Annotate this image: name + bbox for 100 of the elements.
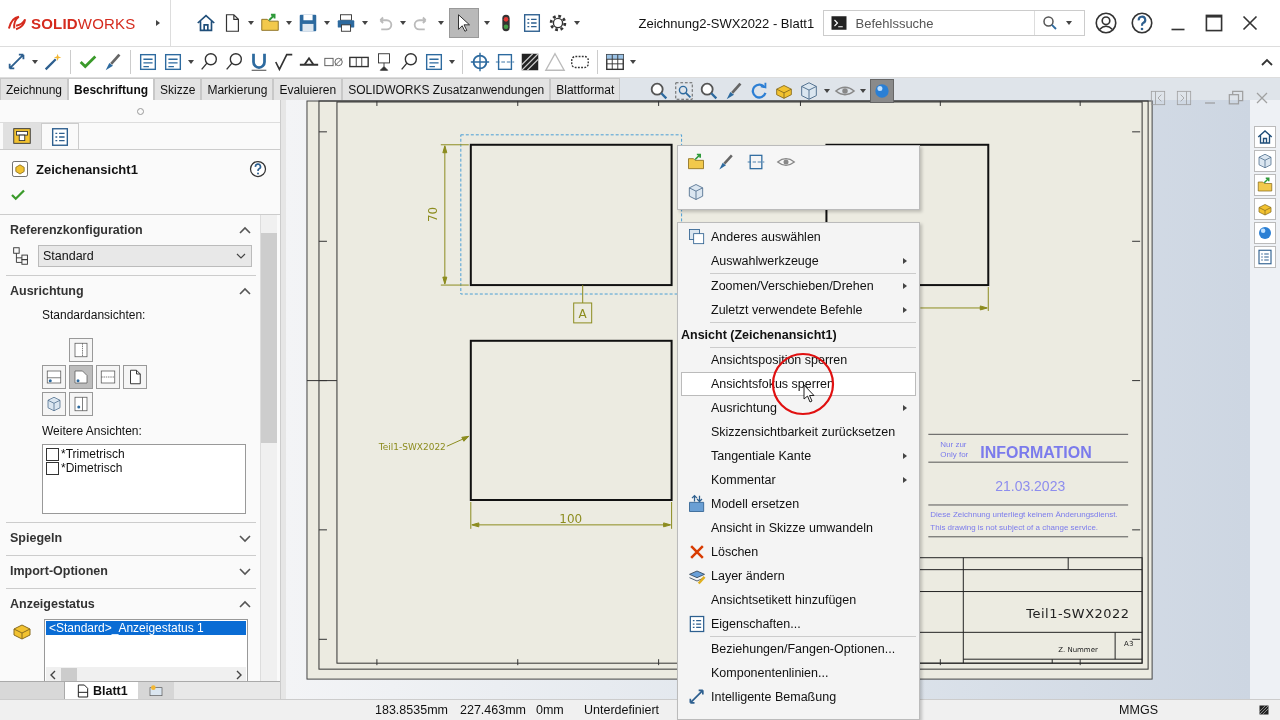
user-icon[interactable] [1092, 10, 1119, 36]
menu-item[interactable]: Beziehungen/Fangen-Optionen... [681, 637, 916, 661]
caret-icon[interactable] [901, 452, 909, 460]
collapse-icon[interactable] [238, 225, 252, 235]
caret-icon[interactable] [572, 19, 581, 27]
sheet-icon[interactable] [75, 682, 91, 699]
section-header[interactable]: Import-Optionen [6, 556, 256, 586]
drawing-view[interactable] [469, 339, 673, 501]
scrollbar-thumb[interactable] [261, 233, 277, 443]
surface-finish-icon[interactable] [273, 51, 295, 73]
center-mark-icon[interactable] [469, 51, 491, 73]
menu-item[interactable]: Löschen [681, 540, 916, 564]
caret-icon[interactable] [31, 58, 39, 66]
caret-icon[interactable] [482, 19, 491, 27]
property-list-icon[interactable] [49, 125, 71, 148]
collapse-left-icon[interactable] [1148, 88, 1168, 108]
menu-item[interactable]: Layer ändern [681, 564, 916, 588]
caret-icon[interactable] [901, 257, 909, 265]
caret-icon[interactable] [901, 476, 909, 484]
menu-item[interactable]: Zoomen/Verschieben/Drehen [681, 274, 916, 298]
ribbon-tab[interactable]: SOLIDWORKS Zusatzanwendungen [342, 78, 551, 100]
caret-icon[interactable] [901, 306, 909, 314]
caret-icon[interactable] [322, 19, 331, 27]
ribbon-tab[interactable]: Skizze [154, 78, 202, 100]
scroll-left-icon[interactable] [49, 670, 57, 680]
scroll-right-icon[interactable] [235, 670, 243, 680]
list-item[interactable]: <Standard>_Anzeigestatus 1 [46, 621, 246, 635]
model-items-icon[interactable] [42, 51, 64, 73]
menu-item[interactable]: Komponentenlinien... [681, 661, 916, 685]
menu-item[interactable]: Ansicht in Skizze umwandeln [681, 516, 916, 540]
resize-grip-icon[interactable] [1258, 704, 1270, 716]
ribbon-tab[interactable]: Beschriftung [68, 78, 155, 100]
caret-icon[interactable] [823, 87, 831, 95]
menu-item[interactable]: Tangentiale Kante [681, 444, 916, 468]
caret-icon[interactable] [284, 19, 293, 27]
scrollbar-thumb[interactable] [61, 668, 77, 681]
menu-item[interactable]: Anderes auswählen [681, 225, 916, 249]
hatch-icon[interactable] [519, 51, 541, 73]
ribbon-tab[interactable]: Markierung [201, 78, 274, 100]
zoom-icon[interactable] [698, 80, 720, 102]
menu-item[interactable]: Ausrichtung [681, 396, 916, 420]
note-pattern-icon[interactable] [162, 51, 184, 73]
add-sheet-button[interactable] [137, 682, 174, 699]
menu-item[interactable]: Eigenschaften... [681, 612, 916, 636]
block-icon[interactable] [423, 51, 445, 73]
expand-icon[interactable] [238, 533, 252, 543]
add-sheet-icon[interactable] [147, 682, 164, 699]
caret-icon[interactable] [436, 19, 445, 27]
search-field[interactable]: Befehlssuche [853, 14, 1028, 32]
note-icon[interactable] [137, 51, 159, 73]
horizontal-scrollbar[interactable] [46, 667, 246, 681]
zoom-area-icon[interactable] [673, 80, 695, 102]
caret-icon[interactable] [448, 58, 456, 66]
zoom-to-fit-icon[interactable] [648, 80, 670, 102]
search-icon[interactable] [1040, 14, 1059, 32]
sheet-tab[interactable]: Blatt1 [65, 682, 138, 699]
section-header[interactable]: Referenzkonfiguration [6, 215, 256, 245]
panel-tab[interactable] [3, 123, 41, 149]
collapse-icon[interactable] [238, 599, 252, 609]
caret-icon[interactable] [360, 19, 369, 27]
menu-item[interactable]: Kommentar [681, 468, 916, 492]
section-header[interactable]: Spiegeln [6, 523, 256, 553]
view-orientation-icon[interactable] [686, 182, 706, 202]
caret-icon[interactable] [153, 19, 162, 27]
feature-tree-icon[interactable] [11, 125, 33, 147]
caret-icon[interactable] [187, 58, 195, 66]
caret-icon[interactable] [398, 19, 407, 27]
caret-icon[interactable] [901, 282, 909, 290]
open-part-icon[interactable] [686, 152, 706, 172]
caret-icon[interactable] [629, 58, 637, 66]
menu-item[interactable]: Modell ersetzen [681, 492, 916, 516]
configuration-dropdown[interactable]: Standard [38, 245, 252, 267]
panel-tab[interactable] [41, 123, 79, 149]
help-icon[interactable] [248, 159, 268, 179]
list-item[interactable]: *Trimetrisch [61, 447, 125, 461]
list-item[interactable]: *Dimetrisch [61, 461, 123, 475]
align-icon[interactable] [746, 152, 766, 172]
collapse-icon[interactable] [238, 286, 252, 296]
section-header[interactable]: Anzeigestatus [6, 589, 256, 619]
help-icon[interactable] [1128, 10, 1155, 36]
home-icon[interactable] [194, 12, 217, 34]
caret-icon[interactable] [901, 404, 909, 412]
checkbox[interactable] [46, 461, 59, 475]
ribbon-tab[interactable]: Zeichnung [0, 78, 69, 100]
vertical-scrollbar[interactable] [260, 215, 277, 681]
caret-icon[interactable] [859, 87, 867, 95]
menu-item[interactable]: Auswahlwerkzeuge [681, 249, 916, 273]
view-label-frame[interactable] [573, 302, 593, 324]
menu-item[interactable]: Ansichtsetikett hinzufügen [681, 588, 916, 612]
caret-icon[interactable] [1064, 19, 1073, 27]
menu-item[interactable]: Skizzensichtbarkeit zurücksetzen [681, 420, 916, 444]
table-icon[interactable] [604, 51, 626, 73]
section-header[interactable]: Ausrichtung [6, 276, 256, 306]
open-folder-icon[interactable] [258, 12, 281, 34]
caret-icon[interactable] [246, 19, 255, 27]
search-box[interactable]: Befehlssuche [822, 10, 1085, 36]
ribbon-tab[interactable]: Blattformat [550, 78, 621, 100]
ribbon-tab[interactable]: Evaluieren [273, 78, 343, 100]
drawing-view[interactable] [469, 143, 673, 287]
menu-item[interactable]: Zuletzt verwendete Befehle [681, 298, 916, 322]
